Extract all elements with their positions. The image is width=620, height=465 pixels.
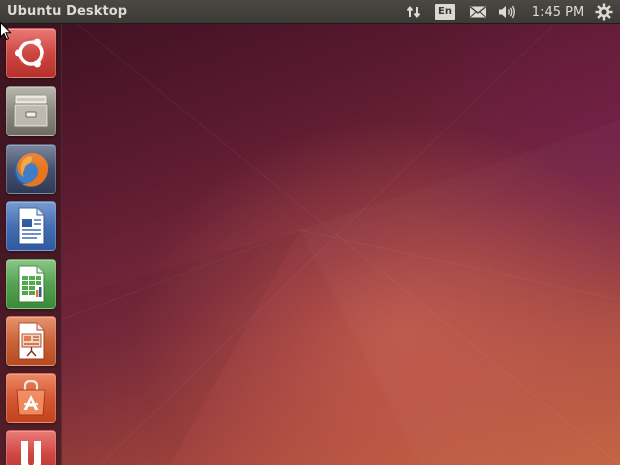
launcher-item-libreoffice-calc[interactable] [6,259,56,309]
mouse-pointer-icon [0,22,12,41]
firefox-icon [14,153,49,187]
launcher-item-firefox[interactable] [6,144,56,194]
network-transfer-icon [406,5,421,19]
session-indicator[interactable] [594,2,614,22]
keyboard-layout-label: En [435,4,455,20]
sound-indicator[interactable] [496,2,518,22]
launcher-item-libreoffice-writer[interactable] [6,201,56,251]
launcher-item-libreoffice-impress[interactable] [6,316,56,366]
top-panel: Ubuntu Desktop En 1:45 PM [0,0,620,24]
launcher-item-ubuntu-software-center[interactable] [6,373,56,423]
launcher-item-dash-home[interactable] [6,28,56,78]
keyboard-layout-indicator[interactable]: En [434,2,456,22]
messaging-indicator[interactable] [467,2,489,22]
calc-spreadsheet-icon [18,265,45,303]
writer-document-icon [18,207,45,245]
launcher [0,24,62,465]
ubuntu-one-icon [21,441,41,465]
clock-indicator[interactable]: 1:45 PM [530,2,586,22]
file-cabinet-icon [13,94,49,128]
window-title: Ubuntu Desktop [7,4,128,19]
gear-icon [595,3,613,21]
ubuntu-logo-icon [14,38,46,68]
speaker-icon [499,5,515,19]
wallpaper-pattern [59,0,620,465]
desktop[interactable]: Ubuntu Desktop En 1:45 PM [0,0,620,465]
launcher-item-files[interactable] [6,86,56,136]
network-indicator[interactable] [404,2,424,22]
shopping-bag-icon [16,379,46,416]
launcher-item-ubuntu-one[interactable] [6,430,56,465]
impress-presentation-icon [18,322,45,360]
envelope-icon [470,6,486,18]
